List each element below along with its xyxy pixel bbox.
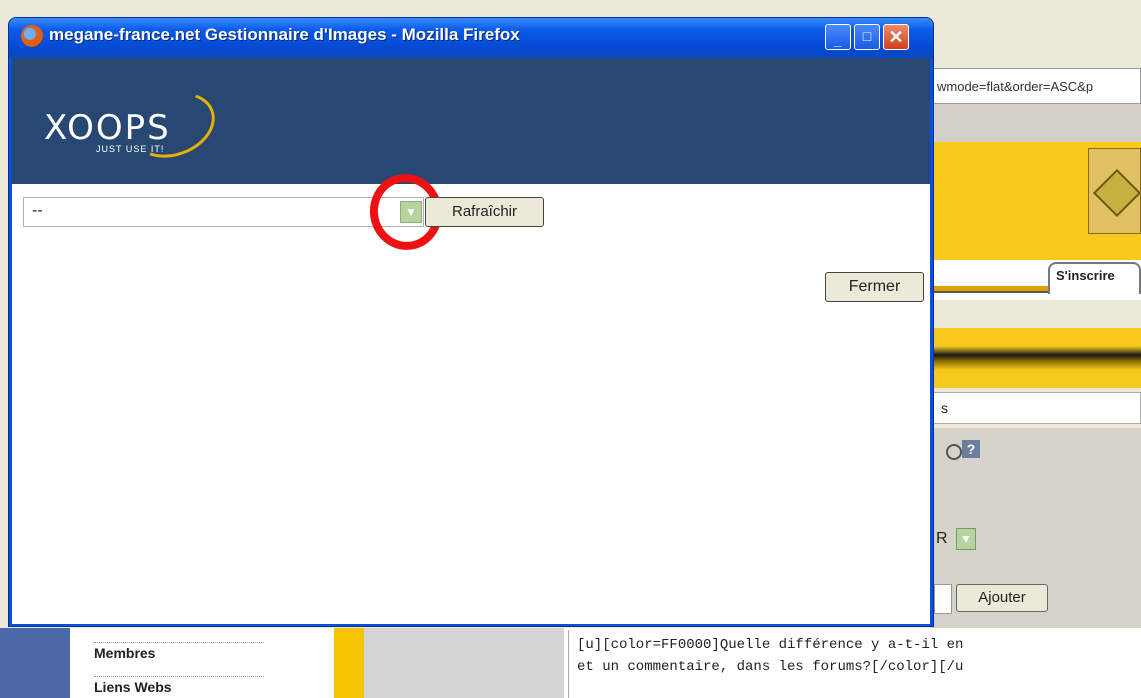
small-input[interactable] (934, 584, 952, 614)
logo-tagline: JUST USE IT! (96, 144, 165, 154)
address-bar[interactable]: wmode=flat&order=ASC&p (930, 68, 1141, 104)
chevron-down-icon[interactable]: ▼ (956, 528, 976, 550)
nav-item-membres[interactable]: Membres (94, 642, 264, 663)
refresh-button[interactable]: Rafraîchir (425, 197, 544, 227)
decorative-band (930, 328, 1141, 388)
code-line: [u][color=FF0000]Quelle différence y a-t… (577, 637, 964, 653)
category-select[interactable]: -- (23, 197, 424, 227)
xoops-header: XOOPS JUST USE IT! (12, 58, 930, 184)
nav-item-liens-webs[interactable]: Liens Webs (94, 676, 264, 697)
nav-divider-grey (364, 628, 564, 698)
toolbar-area (930, 104, 1141, 142)
firefox-icon (21, 25, 43, 47)
window-title: megane-france.net Gestionnaire d'Images … (49, 25, 520, 44)
help-icon[interactable]: ? (962, 440, 980, 458)
message-textarea[interactable]: [u][color=FF0000]Quelle différence y a-t… (568, 630, 1141, 698)
circle-icon[interactable] (946, 444, 962, 460)
maximize-button[interactable]: □ (854, 24, 880, 50)
minimize-button[interactable]: _ (825, 24, 851, 50)
code-line: et un commentaire, dans les forums?[/col… (577, 659, 964, 675)
close-button[interactable]: Fermer (825, 272, 924, 302)
add-button[interactable]: Ajouter (956, 584, 1048, 612)
subject-field[interactable]: s (930, 392, 1141, 424)
left-margin (0, 628, 70, 698)
nav-divider-yellow (334, 628, 364, 698)
close-window-button[interactable]: ✕ (883, 24, 909, 50)
window-content: XOOPS JUST USE IT! -- ▼ Rafraîchir Ferme… (12, 58, 930, 624)
logo-swoosh (121, 81, 225, 169)
background-strip (0, 0, 1141, 16)
tab-underline (930, 286, 1048, 293)
window-titlebar[interactable]: megane-france.net Gestionnaire d'Images … (9, 18, 933, 58)
image-manager-window: megane-france.net Gestionnaire d'Images … (8, 17, 934, 627)
tab-sinscrire[interactable]: S'inscrire (1048, 262, 1141, 294)
